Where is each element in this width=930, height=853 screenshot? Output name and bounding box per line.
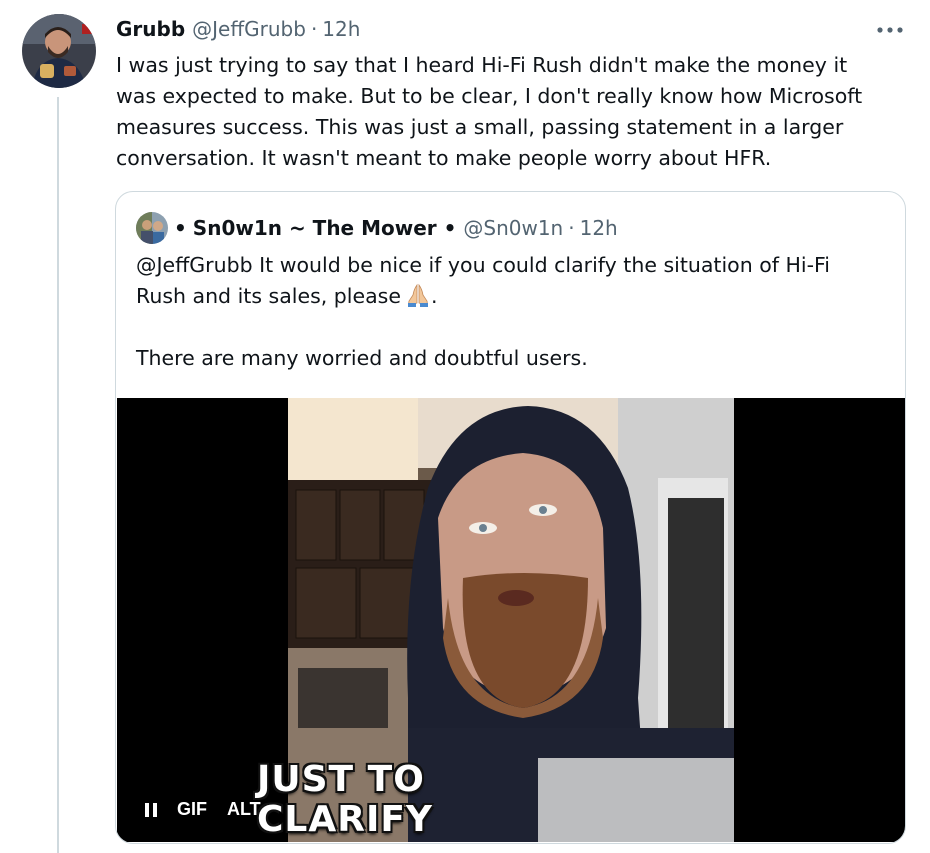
author-name[interactable]: Grubb xyxy=(116,17,185,41)
tweet-text: I was just trying to say that I heard Hi… xyxy=(116,53,863,170)
gif-caption: JUST TO CLARIFY xyxy=(257,759,433,840)
separator-dot: · xyxy=(310,17,318,41)
gif-media[interactable]: JUST TO CLARIFY GIF ALT xyxy=(117,398,905,842)
quote-separator-dot: · xyxy=(568,216,575,240)
quote-name-prefix: • xyxy=(174,216,187,240)
tweet-timestamp[interactable]: 12h xyxy=(322,17,360,41)
gif-badge: GIF xyxy=(177,799,207,819)
quote-header: • Sn0w1n ~ The Mower • @Sn0w1n · 12h xyxy=(174,211,618,245)
quote-text-line: Rush and its sales, please. xyxy=(136,281,886,312)
quote-text-line2: Rush and its sales, please xyxy=(136,284,401,308)
alt-badge[interactable]: ALT xyxy=(227,799,261,820)
quote-text-line: @JeffGrubb It would be nice if you could… xyxy=(136,250,886,281)
quote-text: @JeffGrubb It would be nice if you could… xyxy=(136,250,886,374)
more-horizontal-icon[interactable] xyxy=(874,20,906,40)
quote-author-handle[interactable]: @Sn0w1n xyxy=(463,216,563,240)
quote-author-name[interactable]: Sn0w1n ~ The Mower • xyxy=(193,216,457,240)
quote-text-line3: There are many worried and doubtful user… xyxy=(136,346,588,370)
gif-controls: GIF ALT xyxy=(143,799,261,820)
thread-line xyxy=(57,97,59,853)
quote-text-line2-end: . xyxy=(430,284,438,308)
author-handle[interactable]: @JeffGrubb xyxy=(192,17,306,41)
quote-text-line: There are many worried and doubtful user… xyxy=(136,343,886,374)
quote-text-line1: @JeffGrubb It would be nice if you could… xyxy=(136,253,830,277)
quote-timestamp[interactable]: 12h xyxy=(580,216,618,240)
quote-author-avatar[interactable] xyxy=(136,212,168,244)
tweet-header: Grubb @JeffGrubb · 12h xyxy=(116,13,360,45)
quoted-tweet-card[interactable]: • Sn0w1n ~ The Mower • @Sn0w1n · 12h @Je… xyxy=(115,191,906,844)
folded-hands-icon xyxy=(405,283,431,307)
pause-icon[interactable] xyxy=(143,801,159,819)
author-avatar[interactable] xyxy=(22,14,96,88)
